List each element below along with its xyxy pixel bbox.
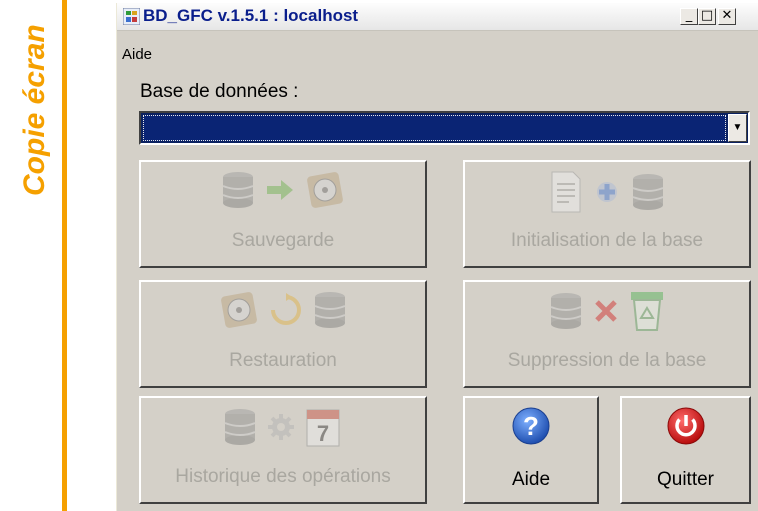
restore-button-label: Restauration <box>229 350 337 371</box>
history-button[interactable]: 7 Historique des opérations <box>139 396 427 504</box>
arrow-right-icon <box>267 180 293 200</box>
close-button[interactable]: ✕ <box>718 8 736 25</box>
help-icons: ? <box>465 406 597 462</box>
quit-icons <box>622 406 749 462</box>
help-icon: ? <box>512 407 550 445</box>
database-icon <box>315 292 346 328</box>
database-select[interactable]: ▼ <box>139 111 750 145</box>
quit-button-label: Quitter <box>656 469 715 490</box>
menu-item-aide[interactable]: Aide <box>122 46 152 63</box>
delete-database-button-label: Suppression de la base <box>507 350 707 371</box>
svg-text:?: ? <box>523 411 539 441</box>
save-icons <box>141 170 425 226</box>
side-caption-text: Copie écran <box>18 24 51 196</box>
quit-button[interactable]: Quitter <box>620 396 751 504</box>
init-icons <box>465 170 749 226</box>
hard-disk-icon <box>220 292 257 328</box>
help-button-label: Aide <box>511 469 551 490</box>
dropdown-arrow-icon[interactable]: ▼ <box>728 114 747 142</box>
init-database-button-label: Initialisation de la base <box>510 230 704 251</box>
history-icons: 7 <box>141 406 425 462</box>
save-button[interactable]: Sauvegarde <box>139 160 427 268</box>
database-icon <box>633 174 664 210</box>
database-icon <box>550 293 581 329</box>
delete-database-button[interactable]: Suppression de la base <box>463 280 751 388</box>
init-database-button[interactable]: Initialisation de la base <box>463 160 751 268</box>
menu-bar <box>117 32 758 54</box>
calendar-day-text: 7 <box>317 421 329 446</box>
side-caption: Copie écran <box>18 24 51 196</box>
power-icon <box>667 407 704 445</box>
delete-x-icon <box>595 300 617 322</box>
minimize-button[interactable]: _ <box>680 8 698 25</box>
maximize-icon: □ <box>700 8 714 23</box>
database-label: Base de données : <box>140 81 299 102</box>
app-icon <box>123 8 140 25</box>
app-window: BD_GFC v.1.5.1 : localhost _ □ ✕ Aide Ba… <box>116 3 758 511</box>
calendar-icon: 7 <box>306 409 340 447</box>
restore-icons <box>141 290 425 346</box>
delete-icons <box>465 290 749 346</box>
document-icon <box>551 171 581 213</box>
hard-disk-icon <box>307 172 344 208</box>
database-icon <box>222 172 253 208</box>
database-icon <box>224 409 255 445</box>
history-button-label: Historique des opérations <box>175 466 391 487</box>
title-bar: BD_GFC v.1.5.1 : localhost _ □ ✕ <box>117 3 758 31</box>
orange-divider <box>62 0 67 511</box>
refresh-icon <box>271 293 301 325</box>
save-button-label: Sauvegarde <box>231 230 335 251</box>
recycle-bin-icon <box>631 292 664 331</box>
help-button[interactable]: ? Aide <box>463 396 599 504</box>
gear-plus-icon <box>597 182 617 202</box>
minimize-icon: _ <box>685 8 693 23</box>
close-icon: ✕ <box>721 8 733 23</box>
database-select-value <box>143 115 726 141</box>
gear-icon <box>268 414 294 440</box>
maximize-button[interactable]: □ <box>698 8 716 25</box>
window-title: BD_GFC v.1.5.1 : localhost <box>143 6 359 25</box>
restore-button[interactable]: Restauration <box>139 280 427 388</box>
